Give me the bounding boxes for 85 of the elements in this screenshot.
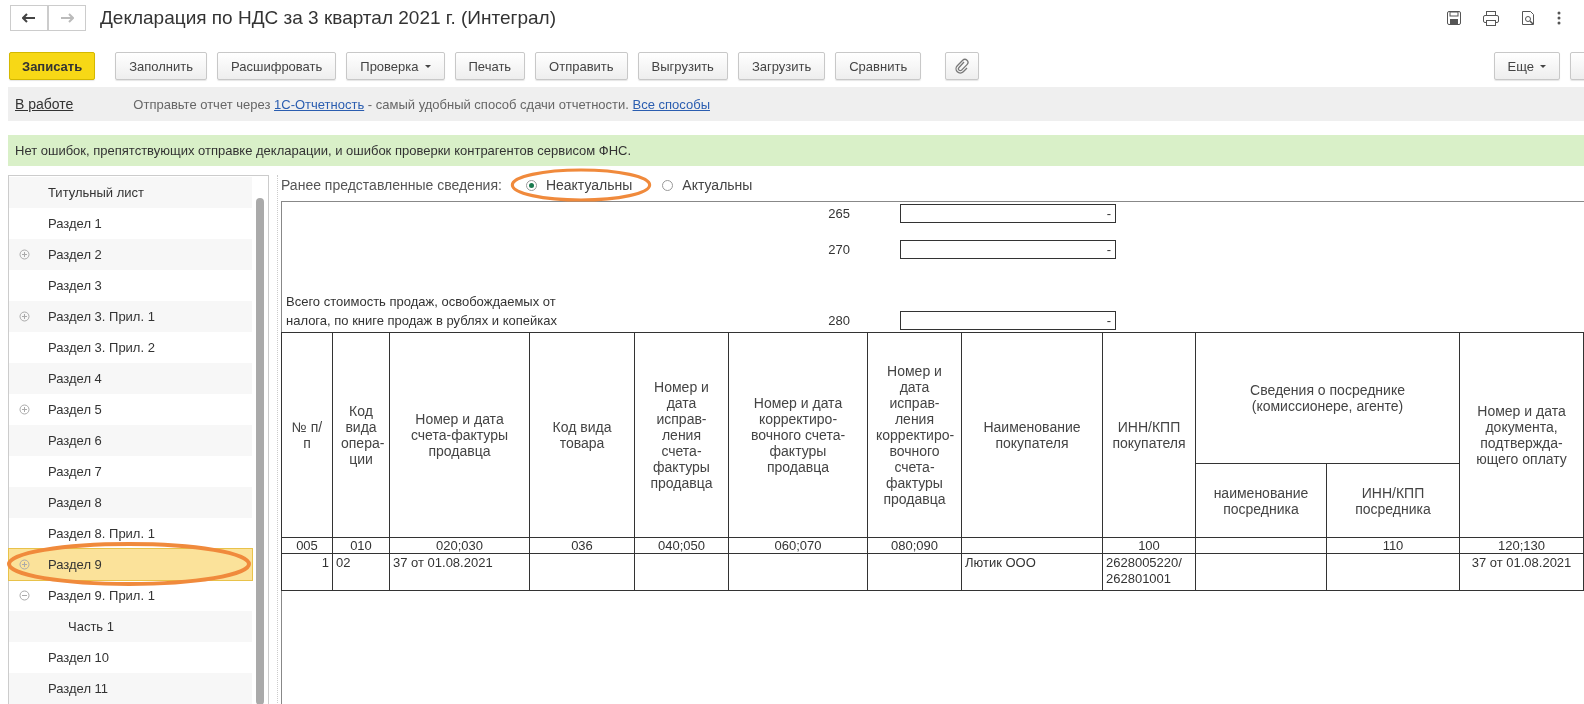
line-code: 270 xyxy=(827,241,850,259)
column-header: Номер и дата исправ-ления корректиро-вочного счета-фактуры продавца xyxy=(867,332,962,538)
caret-icon xyxy=(424,64,431,68)
tree-item[interactable]: Раздел 4 xyxy=(9,363,252,394)
collapse-icon[interactable] xyxy=(19,590,30,601)
toolbar-button[interactable]: Расшифровать xyxy=(217,52,337,80)
table-cell: 02 xyxy=(332,553,390,591)
status-message: Нет ошибок, препятствующих отправке декларации, и ошибок проверки контрагентов сервисом ФНС. xyxy=(8,135,1584,166)
tree-item[interactable]: Раздел 7 xyxy=(9,456,252,487)
info-text: Отправьте отчет через 1С-Отчетность - самый удобный способ сдачи отчетности. Все способы xyxy=(133,96,710,112)
tree-item[interactable]: Раздел 3. Прил. 1 xyxy=(9,301,252,332)
back-arrow-icon xyxy=(22,13,36,23)
column-header: ИНН/КПП покупателя xyxy=(1102,332,1196,538)
more-icon[interactable] xyxy=(1556,10,1562,26)
save-button[interactable]: Записать xyxy=(9,52,96,80)
amount-field[interactable]: - xyxy=(900,311,1116,330)
more-button[interactable]: Еще xyxy=(1493,52,1560,80)
column-header: № п/п xyxy=(281,332,333,538)
preview-icon[interactable] xyxy=(1520,10,1536,26)
amount-field[interactable]: - xyxy=(900,240,1116,259)
paperclip-icon xyxy=(955,58,970,74)
back-button[interactable] xyxy=(10,5,48,31)
code-cell: 060;070 xyxy=(728,537,868,554)
column-header: Номер и дата счета-фактуры продавца xyxy=(389,332,530,538)
tree-item[interactable]: Раздел 8. Прил. 1 xyxy=(9,518,252,549)
expand-icon[interactable] xyxy=(19,311,30,322)
column-header: Наименование покупателя xyxy=(961,332,1103,538)
link[interactable]: 1С-Отчетность xyxy=(274,96,365,112)
code-cell: 005 xyxy=(281,537,333,554)
tree-item[interactable]: Раздел 9. Прил. 1 xyxy=(9,580,252,611)
code-cell: 020;030 xyxy=(389,537,530,554)
toolbar-button[interactable]: Отправить xyxy=(535,52,628,80)
dropdown-button[interactable]: Проверка xyxy=(346,52,445,80)
code-cell: 040;050 xyxy=(634,537,729,554)
table-cell: 37 от 01.08.2021 xyxy=(1459,553,1584,591)
expand-icon[interactable] xyxy=(19,559,30,570)
status-link[interactable]: В работе xyxy=(15,96,74,112)
code-cell: 100 xyxy=(1102,537,1196,554)
code-cell: 120;130 xyxy=(1459,537,1584,554)
table-cell: 37 от 01.08.2021 xyxy=(389,553,530,591)
expand-icon[interactable] xyxy=(19,249,30,260)
link[interactable]: Все способы xyxy=(632,96,710,112)
toolbar-button[interactable]: Сравнить xyxy=(835,52,922,80)
amount-field[interactable]: - xyxy=(900,204,1116,223)
table-cell: Лютик ООО xyxy=(961,553,1103,591)
tree-item[interactable]: Раздел 3. Прил. 2 xyxy=(9,332,252,363)
code-cell: 080;090 xyxy=(867,537,962,554)
tree-item[interactable]: Раздел 1 xyxy=(9,208,252,239)
column-header: Сведения о посреднике (комиссионере, агенте) xyxy=(1195,332,1460,464)
toolbar-button[interactable]: Заполнить xyxy=(115,52,208,80)
tree-item[interactable]: Раздел 2 xyxy=(9,239,252,270)
tree-item[interactable]: Раздел 3 xyxy=(9,270,252,301)
column-header: Код вида опера-ции xyxy=(332,332,390,538)
toolbar-button[interactable]: Загрузить xyxy=(737,52,826,80)
attachment-button[interactable] xyxy=(945,52,980,80)
tree-item[interactable]: Раздел 6 xyxy=(9,425,252,456)
window-title: Декларация по НДС за 3 квартал 2021 г. (Интеграл) xyxy=(100,7,556,29)
tree-item[interactable]: Титульный лист xyxy=(9,177,252,208)
line-label: Всего стоимость продаж, освобождаемых от налога, по книге продаж в рублях и копейках xyxy=(286,294,557,328)
expand-icon[interactable] xyxy=(19,404,30,415)
code-cell: 036 xyxy=(529,537,635,554)
column-header: наименование посредника xyxy=(1195,463,1327,538)
radio-option[interactable]: Актуальны xyxy=(662,177,753,193)
column-header: Код вида товара xyxy=(529,332,635,538)
code-cell: 010 xyxy=(332,537,390,554)
toolbar-button[interactable]: Печать xyxy=(454,52,526,80)
print-icon[interactable] xyxy=(1482,10,1500,26)
tree-item[interactable]: Часть 1 xyxy=(9,611,252,642)
tree-item[interactable]: Раздел 11 xyxy=(9,673,252,704)
forward-arrow-icon xyxy=(60,13,74,23)
column-header: Номер и дата документа, подтвержда-ющего оплату xyxy=(1459,332,1584,538)
toolbar-button[interactable]: Выгрузить xyxy=(637,52,728,80)
caret-icon xyxy=(1540,64,1546,68)
column-header: Номер и дата корректиро-вочного счета-фактуры продавца xyxy=(728,332,868,538)
column-header: Номер и дата исправ-ления счета-фактуры продавца xyxy=(634,332,729,538)
tree-item[interactable]: Раздел 10 xyxy=(9,642,252,673)
field-label: Ранее представленные сведения: xyxy=(281,177,502,193)
line-code: 265 xyxy=(827,205,850,223)
line-code: 280 xyxy=(827,312,850,330)
tree-item[interactable]: Раздел 8 xyxy=(9,487,252,518)
code-cell: 110 xyxy=(1326,537,1460,554)
tree-item[interactable]: Раздел 5 xyxy=(9,394,252,425)
table-cell: 2628005220/ 262801001 xyxy=(1102,553,1196,591)
table-cell: 1 xyxy=(281,553,333,591)
save-icon[interactable] xyxy=(1446,10,1462,26)
